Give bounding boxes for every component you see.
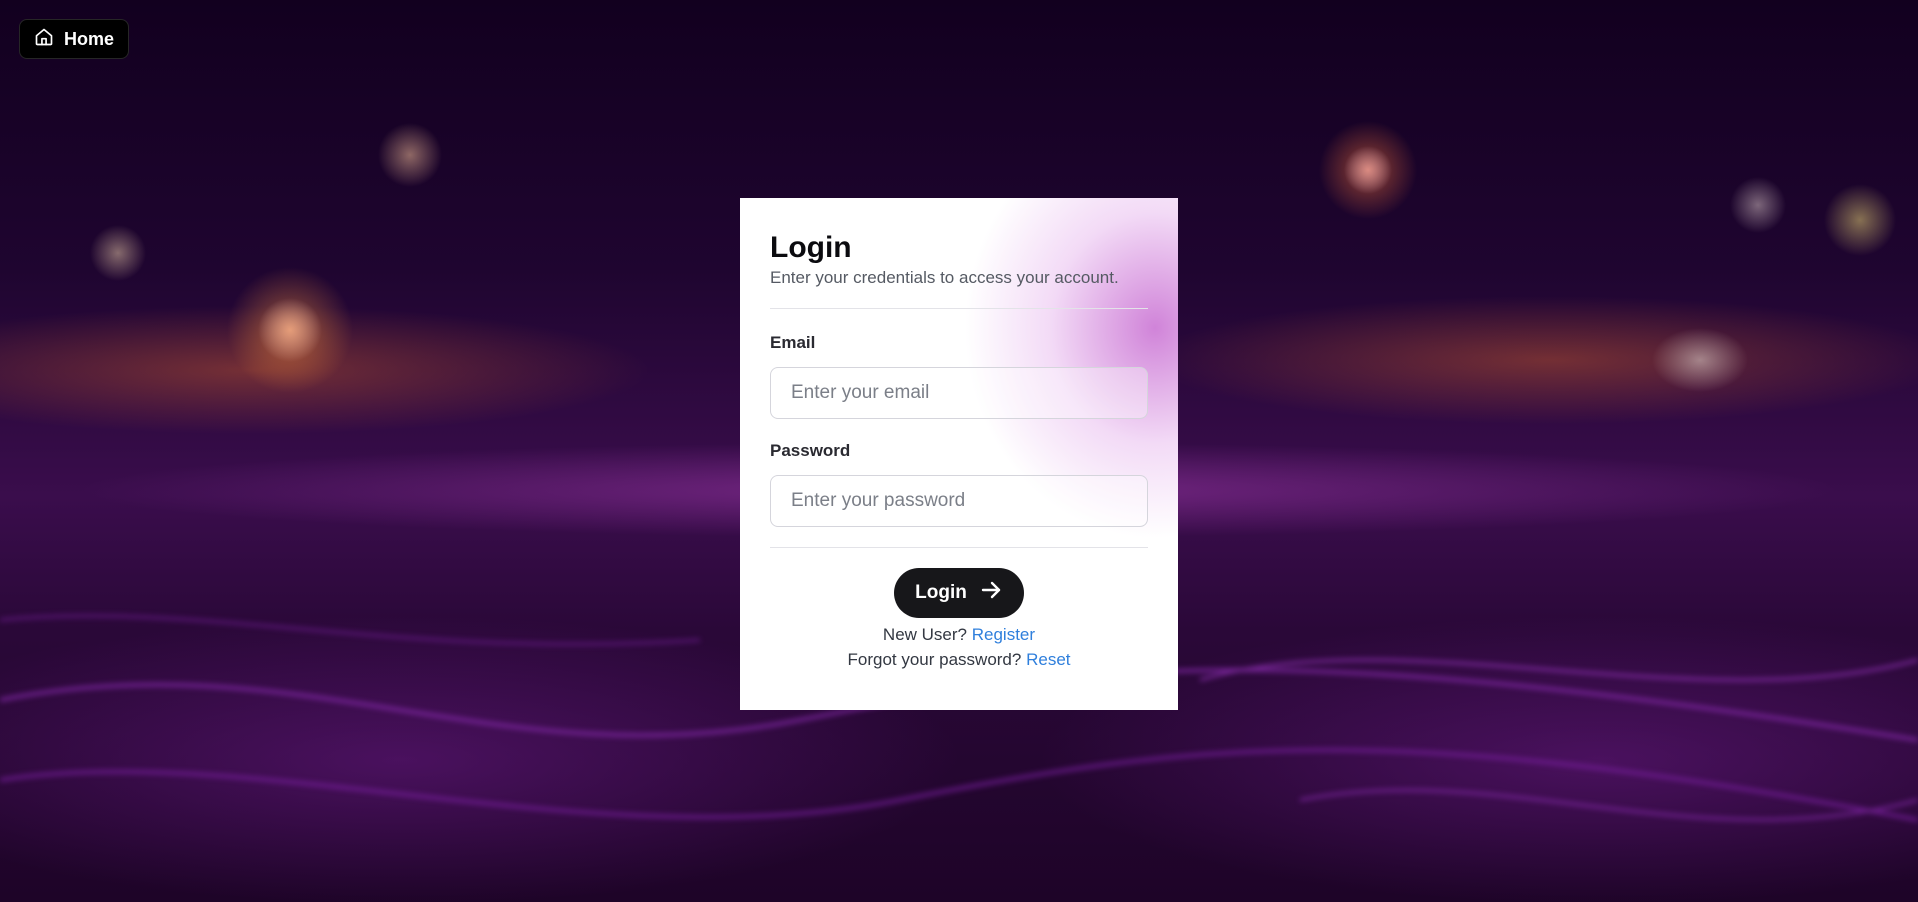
login-button-label: Login (915, 582, 967, 603)
register-prompt: New User? (882, 625, 968, 644)
email-label: Email (770, 333, 816, 352)
reset-line: Forgot your password? Reset (770, 647, 1148, 672)
login-card: Login Enter your credentials to access y… (740, 198, 1178, 710)
home-button[interactable]: Home (19, 19, 130, 59)
password-label: Password (770, 441, 851, 460)
login-actions: Login New User? Register Forgot your pas… (770, 568, 1148, 672)
register-link[interactable]: Register (972, 625, 1035, 644)
home-label: Home (64, 28, 115, 49)
divider (770, 308, 1148, 309)
reset-link[interactable]: Reset (1026, 650, 1070, 669)
arrow-right-icon (979, 578, 1003, 608)
page-title: Login (770, 231, 852, 264)
register-line: New User? Register (770, 622, 1148, 647)
login-button[interactable]: Login (894, 568, 1024, 618)
password-field[interactable] (770, 475, 1148, 527)
reset-prompt: Forgot your password? (847, 650, 1022, 669)
email-field[interactable] (770, 367, 1148, 419)
divider (770, 547, 1148, 548)
auth-links: New User? Register Forgot your password?… (770, 622, 1148, 672)
home-icon (34, 27, 54, 52)
login-subtitle: Enter your credentials to access your ac… (770, 268, 1119, 287)
